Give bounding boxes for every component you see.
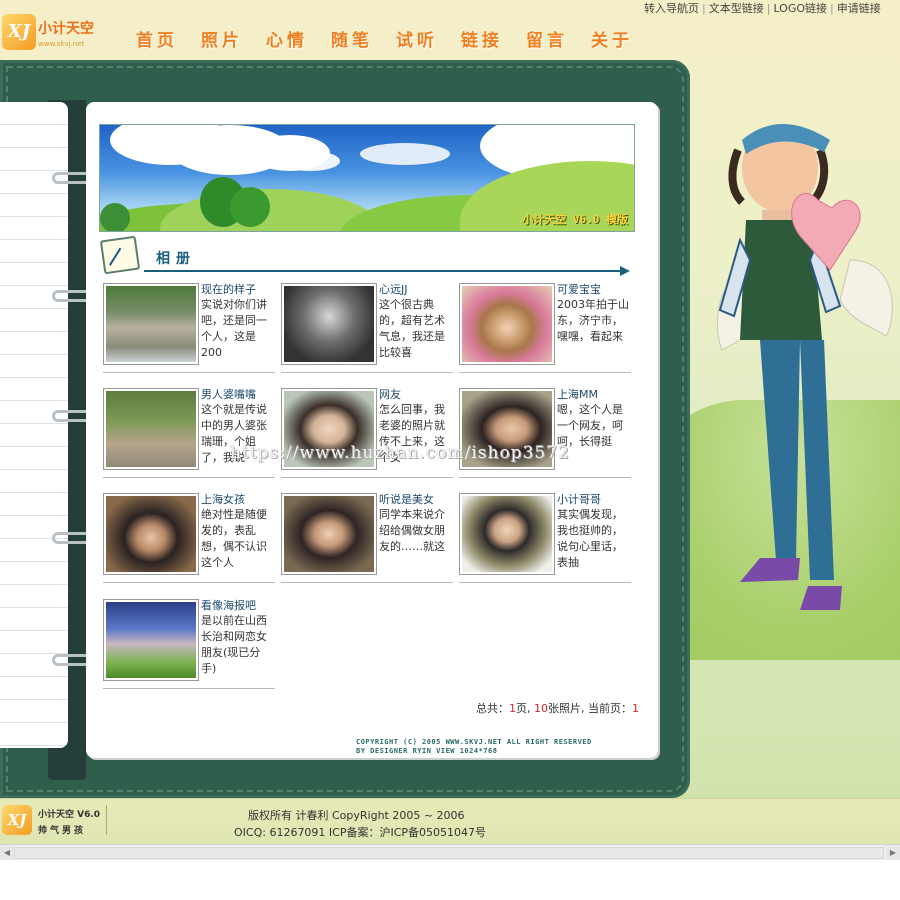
gallery-item[interactable]: 男人婆嘴嘴 这个就是传说中的男人婆张瑞珊，个姐了，我说 bbox=[103, 388, 275, 478]
gallery-item[interactable]: 看像海报吧 是以前在山西长治和网恋女朋友(现已分手) bbox=[103, 599, 275, 689]
item-desc: 同学本来说介绍给偶做女朋友的……就这 bbox=[379, 508, 445, 553]
footer-copyright: 版权所有 计春利 CopyRight 2005 ~ 2006 bbox=[248, 809, 465, 822]
item-title[interactable]: 男人婆嘴嘴 bbox=[201, 386, 256, 402]
gallery-item[interactable]: 小计哥哥 其实偶发现，我也挺帅的，说句心里话，表抽 bbox=[459, 493, 631, 583]
thumbnail[interactable] bbox=[281, 283, 377, 365]
thumbnail[interactable] bbox=[459, 493, 555, 575]
banner-image: 小计天空 V6.0 模版 bbox=[99, 124, 635, 232]
main-nav: 首页 照片 心情 随笔 试听 链接 留言 关于 bbox=[136, 26, 633, 51]
footer-logo[interactable]: XJ 小计天空 V6.0 帅气男孩 bbox=[2, 805, 102, 839]
thumbnail[interactable] bbox=[103, 599, 199, 681]
top-link-apply[interactable]: 申请链接 bbox=[837, 2, 881, 15]
gallery-item[interactable]: 可爱宝宝 2003年拍于山东，济宁市，嘿嘿，看起来 bbox=[459, 283, 631, 373]
nav-links[interactable]: 链接 bbox=[461, 26, 503, 51]
item-desc: 实说对你们讲吧，还是同一个人，这是200 bbox=[201, 298, 267, 359]
top-link-text[interactable]: 文本型链接 bbox=[709, 2, 764, 15]
section-title: 相册 bbox=[156, 251, 196, 267]
scroll-left-icon[interactable]: ◀ bbox=[0, 846, 14, 860]
gallery-item[interactable]: 现在的样子 实说对你们讲吧，还是同一个人，这是200 bbox=[103, 283, 275, 373]
thumbnail[interactable] bbox=[103, 388, 199, 470]
footer-logo-line2: 帅气男孩 bbox=[38, 826, 87, 836]
nav-audio[interactable]: 试听 bbox=[396, 26, 438, 51]
album-pen-icon bbox=[99, 235, 141, 275]
item-title[interactable]: 上海女孩 bbox=[201, 491, 245, 507]
arrow-right-icon bbox=[620, 266, 630, 276]
copyright-line2: BY DESIGNER RYIN VIEW 1024*768 bbox=[356, 747, 498, 755]
footer-contact: OICQ: 61267091 ICP备案：沪ICP备05051047号 bbox=[234, 826, 487, 839]
page-copyright: COPYRIGHT (C) 2005 WWW.SKVJ.NET ALL RIGH… bbox=[356, 738, 592, 756]
scrollbar-thumb[interactable] bbox=[14, 847, 884, 859]
pager-total-photos: 10 bbox=[534, 702, 548, 715]
nav-about[interactable]: 关于 bbox=[591, 26, 633, 51]
section-divider bbox=[144, 270, 624, 272]
thumbnail[interactable] bbox=[103, 493, 199, 575]
pager-label-photos: 张照片, 当前页： bbox=[548, 702, 632, 715]
footer-divider bbox=[106, 805, 107, 835]
pager-label-total: 总共： bbox=[476, 702, 509, 715]
page-footer: XJ 小计天空 V6.0 帅气男孩 版权所有 计春利 CopyRight 200… bbox=[0, 798, 900, 844]
footer-logo-badge: XJ bbox=[2, 805, 32, 835]
item-desc: 是以前在山西长治和网恋女朋友(现已分手) bbox=[201, 614, 267, 675]
scroll-right-icon[interactable]: ▶ bbox=[886, 846, 900, 860]
nav-home[interactable]: 首页 bbox=[136, 26, 178, 51]
thumbnail[interactable] bbox=[281, 493, 377, 575]
pager-current-page[interactable]: 1 bbox=[632, 702, 639, 715]
left-page bbox=[0, 102, 68, 748]
gallery-item[interactable]: 上海女孩 绝对性是随便发的，表乱想，偶不认识这个人 bbox=[103, 493, 275, 583]
banner-caption: 小计天空 V6.0 模版 bbox=[522, 213, 628, 226]
gallery-item[interactable]: 心远JJ 这个很古典的，超有艺术气息，我还是比较喜 bbox=[281, 283, 453, 373]
site-logo[interactable]: XJ 小计天空 www.skvj.net bbox=[2, 14, 98, 54]
nav-mood[interactable]: 心情 bbox=[266, 26, 308, 51]
top-link-nav[interactable]: 转入导航页 bbox=[644, 2, 699, 15]
nav-guestbook[interactable]: 留言 bbox=[526, 26, 568, 51]
gallery-item[interactable]: 网友 怎么回事，我老婆的照片就传不上来，这个女 bbox=[281, 388, 453, 478]
item-title[interactable]: 小计哥哥 bbox=[557, 491, 601, 507]
character-illustration bbox=[716, 124, 893, 610]
thumbnail[interactable] bbox=[103, 283, 199, 365]
copyright-line1: COPYRIGHT (C) 2005 WWW.SKVJ.NET ALL RIGH… bbox=[356, 738, 592, 746]
top-link-logo[interactable]: LOGO链接 bbox=[773, 2, 827, 15]
footer-logo-line1: 小计天空 V6.0 bbox=[38, 810, 101, 820]
item-title[interactable]: 心远JJ bbox=[379, 281, 408, 297]
item-title[interactable]: 网友 bbox=[379, 386, 401, 402]
top-links: 转入导航页 | 文本型链接 | LOGO链接 | 申请链接 bbox=[644, 2, 881, 15]
logo-name: 小计天空 bbox=[38, 21, 94, 37]
pager: 总共：1页, 10张照片, 当前页：1 bbox=[476, 700, 639, 716]
item-title[interactable]: 现在的样子 bbox=[201, 281, 256, 297]
gallery-item[interactable]: 听说是美女 同学本来说介绍给偶做女朋友的……就这 bbox=[281, 493, 453, 583]
item-title[interactable]: 听说是美女 bbox=[379, 491, 434, 507]
pager-total-pages: 1 bbox=[509, 702, 516, 715]
item-desc: 其实偶发现，我也挺帅的，说句心里话，表抽 bbox=[557, 508, 623, 569]
logo-url: www.skvj.net bbox=[38, 40, 85, 48]
item-title[interactable]: 可爱宝宝 bbox=[557, 281, 601, 297]
item-desc: 2003年拍于山东，济宁市，嘿嘿，看起来 bbox=[557, 298, 629, 343]
item-title[interactable]: 看像海报吧 bbox=[201, 597, 256, 613]
watermark-text: https://www.huzhan.com/ishop3572 bbox=[230, 443, 570, 463]
item-title[interactable]: 上海MM bbox=[557, 386, 598, 402]
gallery-item[interactable]: 上海MM 嗯，这个人是一个网友，呵呵，长得挺 bbox=[459, 388, 631, 478]
logo-badge: XJ bbox=[2, 14, 36, 50]
thumbnail[interactable] bbox=[459, 283, 555, 365]
item-desc: 这个很古典的，超有艺术气息，我还是比较喜 bbox=[379, 298, 445, 359]
item-desc: 绝对性是随便发的，表乱想，偶不认识这个人 bbox=[201, 508, 267, 569]
nav-essays[interactable]: 随笔 bbox=[331, 26, 373, 51]
nav-photos[interactable]: 照片 bbox=[201, 26, 243, 51]
pager-label-pages: 页, bbox=[516, 702, 534, 715]
horizontal-scrollbar[interactable]: ◀ ▶ bbox=[0, 844, 900, 860]
